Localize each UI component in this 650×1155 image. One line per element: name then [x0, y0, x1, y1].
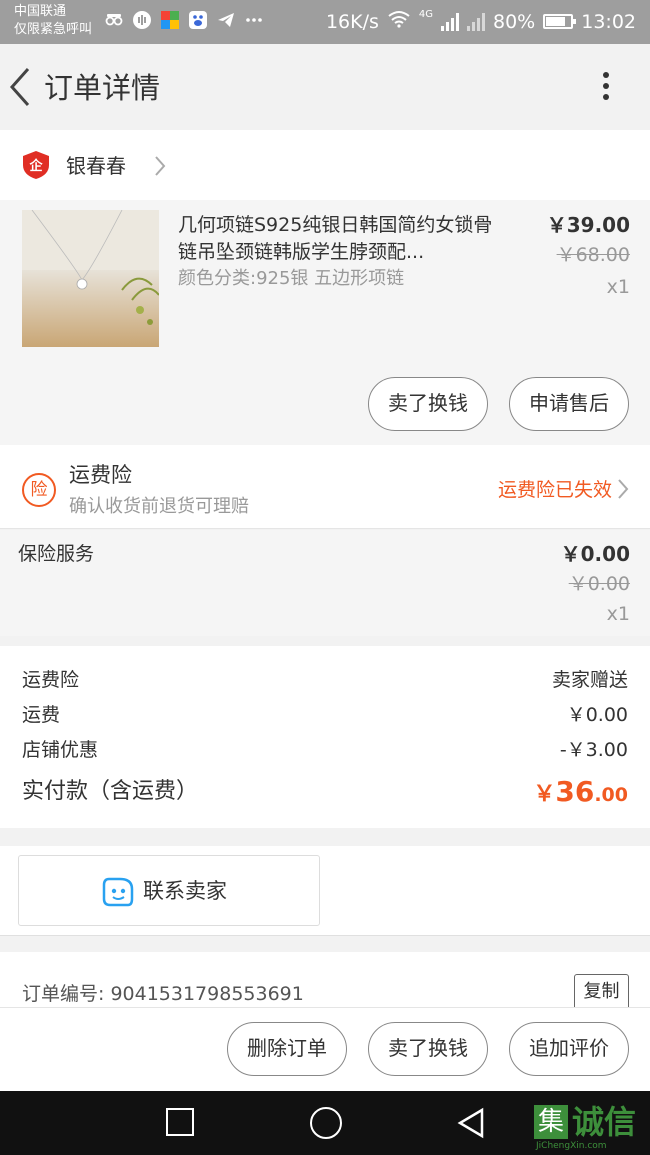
summary-label: 运费险 — [22, 669, 80, 691]
total-integer: 36 — [555, 775, 595, 808]
contact-section: 联系卖家 — [0, 846, 650, 936]
summary-value: ￥0.00 — [566, 704, 628, 726]
summary-row: 店铺优惠 -￥3.00 — [22, 735, 628, 765]
shipping-insurance-row[interactable]: 险 运费险 确认收货前退货可理赔 运费险已失效 — [0, 445, 650, 529]
total-label: 实付款（含运费） — [22, 779, 199, 804]
product-quantity: x1 — [606, 276, 630, 298]
vertical-dots-icon — [590, 72, 622, 100]
recent-apps-icon[interactable] — [166, 1108, 194, 1136]
signal-icon — [441, 12, 459, 31]
contact-seller-label: 联系卖家 — [143, 879, 227, 903]
summary-value: 卖家赠送 — [551, 669, 628, 691]
service-label: 保险服务 — [18, 543, 95, 565]
total-decimal: .00 — [594, 784, 628, 806]
back-button[interactable] — [4, 64, 44, 110]
incognito-icon — [104, 10, 124, 30]
clock: 13:02 — [581, 10, 636, 33]
summary-row: 运费 ￥0.00 — [22, 700, 628, 730]
carrier-info: 中国联通 仅限紧急呼叫 — [14, 3, 92, 39]
more-menu-button[interactable] — [590, 68, 622, 108]
system-status: 16K/s 4G 80% 13:02 — [326, 10, 636, 33]
watermark-text: 诚信 — [572, 1103, 637, 1141]
app-header: 订单详情 — [0, 44, 650, 130]
product-thumbnail[interactable] — [22, 210, 159, 347]
chevron-left-icon — [9, 68, 30, 106]
product-original-price: ￥68.00 — [556, 244, 630, 266]
enterprise-shield-icon: 企 — [22, 150, 50, 180]
total-row: 实付款（含运费） ￥36.00 — [22, 772, 628, 812]
status-bar: 中国联通 仅限紧急呼叫 16K/s 4G 80% 13:02 — [0, 0, 650, 44]
summary-row: 运费险 卖家赠送 — [22, 665, 628, 695]
copy-button[interactable]: 复制 — [574, 974, 629, 1010]
photos-icon — [160, 10, 180, 30]
product-title[interactable]: 几何项链S925纯银日韩国简约女锁骨链吊坠颈链韩版学生脖颈配... — [178, 212, 508, 266]
wifi-icon — [387, 10, 411, 33]
after-sale-button[interactable]: 申请售后 — [509, 377, 629, 431]
watermark-sub: JiChengXin.com — [536, 1141, 607, 1151]
watermark-box: 集 — [534, 1105, 568, 1139]
summary-value: -￥3.00 — [559, 739, 628, 761]
home-icon[interactable] — [310, 1107, 342, 1139]
more-dots-icon — [244, 10, 264, 30]
shop-badge-text: 企 — [28, 158, 43, 174]
insurance-status: 运费险已失效 — [497, 479, 612, 501]
page-title: 订单详情 — [44, 71, 161, 105]
order-number-row: 订单编号: 9041531798553691 复制 — [0, 952, 650, 1012]
chevron-right-icon — [616, 476, 630, 502]
shop-name: 银春春 — [66, 154, 126, 178]
baidu-icon — [188, 10, 208, 30]
network-type: 4G — [418, 9, 433, 20]
total-currency: ￥ — [533, 782, 556, 807]
service-quantity: x1 — [606, 603, 630, 625]
watermark-logo: 集 诚信 JiChengXin.com — [532, 1103, 648, 1151]
net-speed: 16K/s — [325, 10, 379, 33]
bottom-action-bar: 删除订单 卖了换钱 追加评价 — [0, 1007, 650, 1091]
signal-2-icon — [467, 12, 485, 31]
contact-seller-button[interactable]: 联系卖家 — [18, 855, 320, 926]
product-price: ￥39.00 — [546, 213, 630, 237]
insurance-title: 运费险 — [69, 463, 132, 487]
battery-icon — [543, 14, 577, 29]
system-navbar: 集 诚信 JiChengXin.com — [0, 1091, 650, 1155]
product-sku: 颜色分类:925银 五边形项链 — [178, 268, 405, 289]
chevron-right-icon — [150, 152, 170, 180]
summary-label: 运费 — [22, 704, 61, 726]
insurance-service: 保险服务 ￥0.00 ￥0.00 x1 — [0, 530, 650, 636]
service-price: ￥0.00 — [560, 542, 630, 566]
add-review-button[interactable]: 追加评价 — [509, 1022, 629, 1076]
insurance-subtitle: 确认收货前退货可理赔 — [69, 496, 249, 517]
battery-percent: 80% — [493, 10, 536, 33]
total-amount: ￥36.00 — [533, 772, 628, 815]
sell-button[interactable]: 卖了换钱 — [368, 1022, 488, 1076]
carrier-status: 仅限紧急呼叫 — [14, 22, 93, 37]
summary-label: 店铺优惠 — [22, 739, 99, 761]
order-number: 订单编号: 9041531798553691 — [22, 983, 304, 1005]
notification-icons — [104, 10, 264, 30]
chat-bubble-icon — [101, 875, 135, 909]
shop-row[interactable]: 企 银春春 — [0, 130, 650, 200]
service-original-price: ￥0.00 — [568, 573, 630, 595]
carrier-name: 中国联通 — [14, 4, 67, 19]
voice-icon — [132, 10, 152, 30]
nav-back-icon[interactable] — [456, 1107, 486, 1139]
order-item[interactable]: 几何项链S925纯银日韩国简约女锁骨链吊坠颈链韩版学生脖颈配... 颜色分类:9… — [0, 200, 650, 445]
insurance-icon: 险 — [22, 473, 56, 507]
sell-item-button[interactable]: 卖了换钱 — [368, 377, 488, 431]
telegram-icon — [216, 10, 236, 30]
delete-order-button[interactable]: 删除订单 — [227, 1022, 347, 1076]
price-summary: 运费险 卖家赠送 运费 ￥0.00 店铺优惠 -￥3.00 实付款（含运费） ￥… — [0, 646, 650, 828]
